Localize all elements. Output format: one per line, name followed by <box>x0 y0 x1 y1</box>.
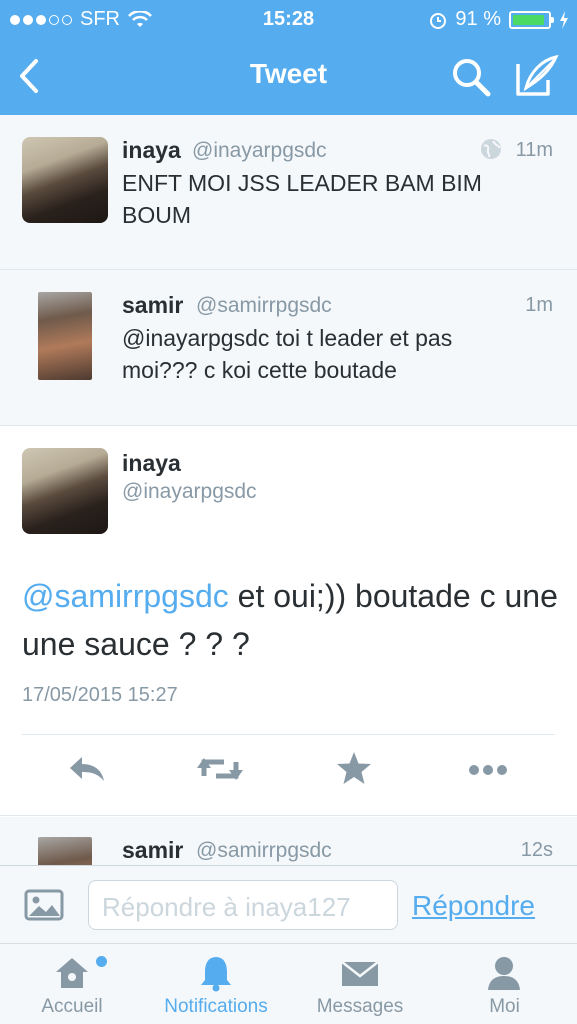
alarm-icon <box>430 12 447 29</box>
tab-notifications[interactable]: Notifications <box>144 944 288 1024</box>
reply-button[interactable]: Répondre <box>412 890 535 922</box>
header: SFR 15:28 91 % Tweet <box>0 0 577 115</box>
envelope-icon <box>341 961 379 986</box>
notification-dot <box>96 956 107 967</box>
detail-author-handle: @inayarpgsdc <box>122 480 257 503</box>
tab-label: Moi <box>489 996 520 1017</box>
tab-label: Notifications <box>164 996 268 1017</box>
retweet-icon[interactable] <box>190 744 250 794</box>
globe-icon <box>481 139 501 159</box>
avatar[interactable] <box>38 292 92 380</box>
tweet-time: 1m <box>525 294 553 316</box>
tab-label: Messages <box>316 996 404 1017</box>
tweet-date: 17/05/2015 15:27 <box>22 684 178 706</box>
person-icon <box>488 957 520 990</box>
tab-messages[interactable]: Messages <box>288 944 432 1024</box>
tab-home[interactable]: Accueil <box>0 944 144 1024</box>
bell-icon <box>201 957 231 992</box>
photo-icon[interactable] <box>24 889 64 921</box>
reply-icon[interactable] <box>58 744 118 794</box>
avatar[interactable] <box>38 837 92 865</box>
tweet-item-samir[interactable]: samir @samirrpgsdc 1m @inayarpgsdc toi t… <box>0 270 577 426</box>
status-bar: SFR 15:28 91 % <box>0 0 577 38</box>
tweet-time: 11m <box>515 139 553 161</box>
tweet-author-handle: @samirrpgsdc <box>196 839 332 862</box>
tweet-text: @inayarpgsdc toi t leader et pas moi??? … <box>122 325 453 383</box>
detail-tweet-text: @samirrpgsdc et oui;)) boutade c une une… <box>22 572 562 668</box>
battery-icon <box>509 10 554 29</box>
tweet-feed[interactable]: inaya @inayarpgsdc 11m ENFT MOI JSS LEAD… <box>0 115 577 865</box>
reply-bar: Répondre à inaya127 Répondre <box>0 865 577 943</box>
more-icon[interactable] <box>458 744 518 794</box>
nav-bar: Tweet <box>0 40 577 112</box>
tweet-item-samir-next[interactable]: samir @samirrpgsdc 12s <box>0 817 577 865</box>
status-right: 91 % <box>429 8 569 31</box>
tweet-author-handle: @inayarpgsdc <box>192 139 327 162</box>
avatar[interactable] <box>22 448 108 534</box>
compose-icon[interactable] <box>514 54 560 98</box>
tab-label: Accueil <box>41 996 103 1017</box>
tweet-item-inaya[interactable]: inaya @inayarpgsdc 11m ENFT MOI JSS LEAD… <box>0 115 577 270</box>
mention-link[interactable]: @samirrpgsdc <box>22 578 229 614</box>
tweet-author-handle: @samirrpgsdc <box>196 294 332 317</box>
search-icon[interactable] <box>450 56 492 98</box>
reply-input[interactable]: Répondre à inaya127 <box>88 880 398 930</box>
home-icon <box>56 958 88 988</box>
tweet-author-name[interactable]: inaya <box>122 137 181 164</box>
tab-bar: Accueil Notifications Messages Moi <box>0 943 577 1024</box>
tweet-detail: inaya @inayarpgsdc @samirrpgsdc et oui;)… <box>0 426 577 816</box>
tweet-time: 12s <box>520 839 553 861</box>
favorite-icon[interactable] <box>324 744 384 794</box>
avatar[interactable] <box>22 137 108 223</box>
charging-icon <box>560 10 568 29</box>
tweet-author-name[interactable]: samir <box>122 837 183 864</box>
detail-author-name[interactable]: inaya <box>122 450 181 477</box>
battery-percent: 91 % <box>455 8 501 30</box>
tweet-author-name[interactable]: samir <box>122 292 183 319</box>
divider <box>22 734 555 735</box>
tweet-text: ENFT MOI JSS LEADER BAM BIM BOUM <box>122 170 482 228</box>
tab-me[interactable]: Moi <box>432 944 577 1024</box>
